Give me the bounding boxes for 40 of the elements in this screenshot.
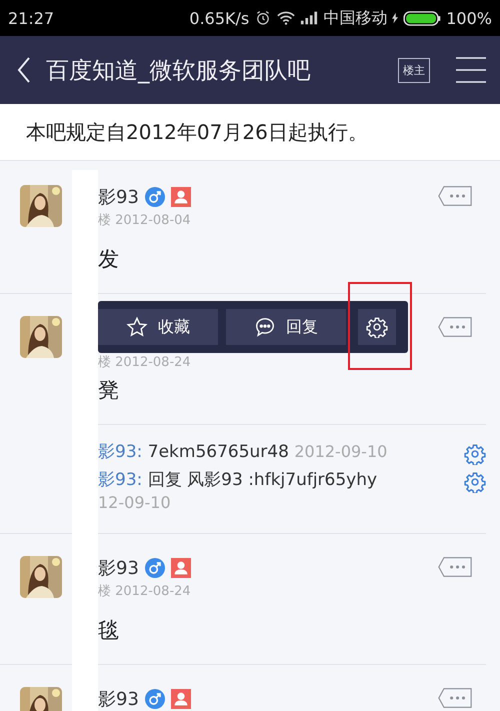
settings-icon <box>366 316 388 338</box>
carrier-name: 中国移动 <box>323 8 388 28</box>
status-time: 21:27 <box>8 8 54 28</box>
signal-icon <box>300 10 318 26</box>
settings-icon[interactable] <box>464 471 486 493</box>
user-icon <box>170 187 191 207</box>
more-icon[interactable] <box>438 316 472 338</box>
username: 影93 <box>98 556 139 580</box>
male-icon <box>144 187 165 207</box>
back-icon[interactable] <box>16 56 32 84</box>
settings-button[interactable] <box>358 309 396 345</box>
settings-icon[interactable] <box>464 443 486 465</box>
battery-icon <box>403 10 442 26</box>
favorite-button[interactable]: 收藏 <box>98 309 218 345</box>
page-title: 百度知道_微软服务团队吧 <box>46 56 312 86</box>
more-icon[interactable] <box>438 185 472 207</box>
notice-text: 本吧规定自2012年07月26日起执行。 <box>0 104 500 161</box>
charging-icon <box>392 12 398 24</box>
reply-button[interactable]: 回复 <box>226 309 346 345</box>
username: 影93 <box>98 688 139 711</box>
username: 影93 <box>98 186 139 209</box>
network-speed: 0.65K/s <box>189 8 250 28</box>
male-icon <box>144 558 165 578</box>
more-icon[interactable] <box>438 556 472 578</box>
battery-percent: 100% <box>446 8 492 28</box>
floor-date: 楼 2012-08-24 <box>98 582 192 600</box>
post-content: 发 <box>98 246 120 273</box>
wifi-icon <box>277 10 296 26</box>
post-content: 凳 <box>98 377 120 404</box>
menu-icon[interactable] <box>456 57 486 83</box>
floor-date: 楼 2012-08-04 <box>98 212 192 229</box>
star-icon <box>126 316 148 338</box>
more-icon[interactable] <box>438 686 472 709</box>
post-content: 毯 <box>98 616 120 644</box>
owner-only-button[interactable]: 楼主 <box>398 58 430 82</box>
floor-date: 楼 2012-08-24 <box>98 354 192 371</box>
user-icon <box>170 558 191 578</box>
comment-icon <box>254 316 276 338</box>
reply-text: 影93: 7ekm56765ur48 2012-09-10 <box>98 441 388 464</box>
reply-text: 影93: 回复 风影93 :hfkj7ufjr65yhy 12-09-10 <box>98 469 378 514</box>
